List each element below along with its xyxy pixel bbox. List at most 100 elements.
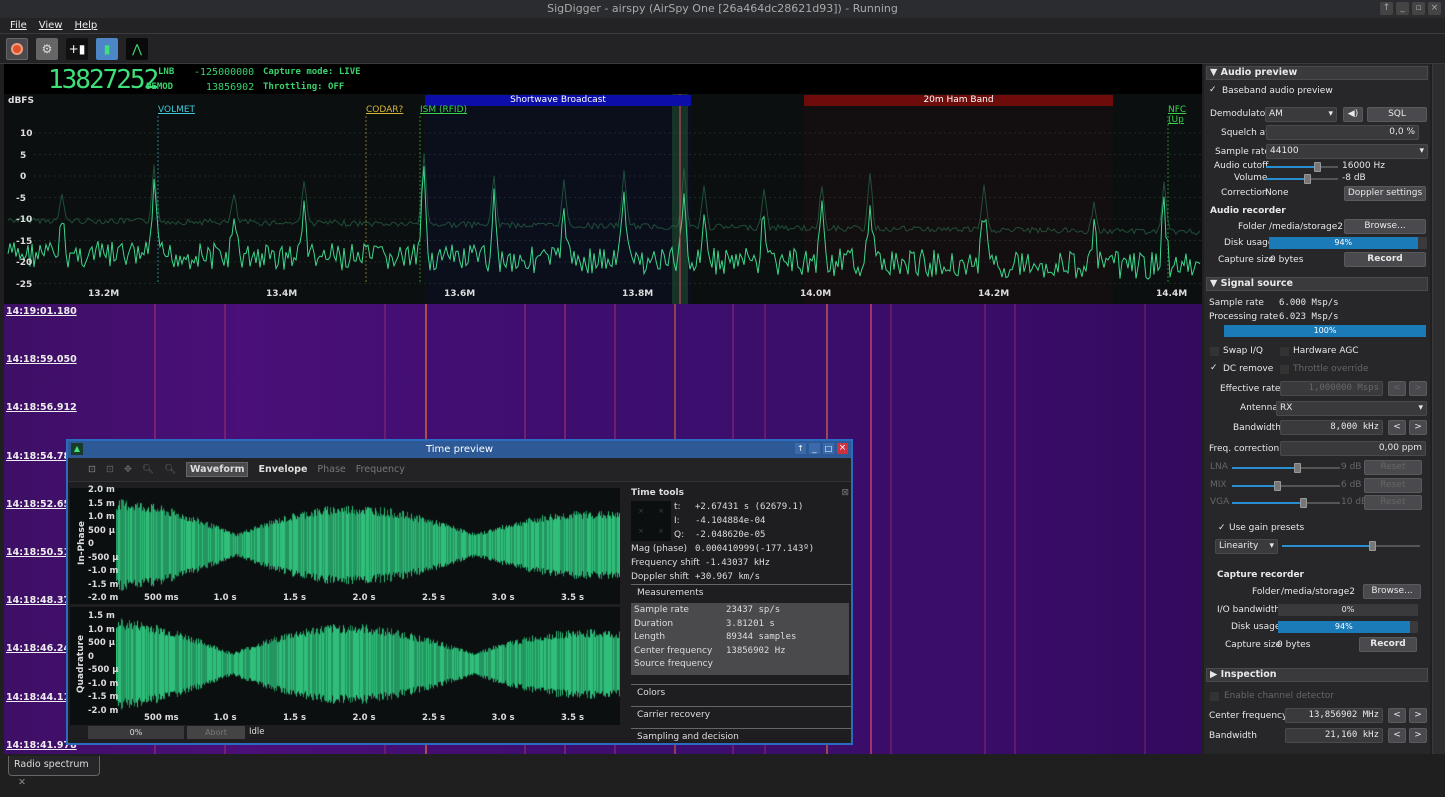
audio-browse-button[interactable]: Browse... <box>1344 219 1426 234</box>
fit-horizontal-icon[interactable]: ⊡ <box>88 464 96 475</box>
volume-slider[interactable] <box>1266 174 1338 184</box>
quadrature-plot[interactable]: Quadrature 1.5 m 1.0 m 500 µ 0 -500 µ -1.0 m -… <box>70 607 620 725</box>
close-icon[interactable]: × <box>1428 2 1441 15</box>
gain-reset-button[interactable]: Reset <box>1364 477 1422 493</box>
baseband-audio-checkbox[interactable]: ✓ <box>1209 86 1218 95</box>
tab-phase[interactable]: Phase <box>317 464 345 475</box>
expand-icon[interactable]: ⊠ <box>841 488 849 498</box>
dc-remove-checkbox[interactable]: ✓ <box>1210 364 1219 373</box>
throttle-override-checkbox[interactable] <box>1280 365 1289 374</box>
tab-envelope[interactable]: Envelope <box>258 464 307 475</box>
inspection-cf-input[interactable]: 13,856902 MHz <box>1285 708 1383 723</box>
spectrum-plot[interactable]: dBFS 10 5 0 -5 -10 -15 -20 -25 13.2M 13.4M 13.6M 1… <box>4 94 1202 304</box>
settings-icon[interactable]: ⚙ <box>36 38 58 60</box>
hardware-agc-checkbox[interactable] <box>1280 347 1289 356</box>
reset-zoom-icon[interactable]: ✥ <box>124 464 132 475</box>
keep-above-icon[interactable]: ↑ <box>1380 2 1393 15</box>
fft-icon[interactable]: ⋀ <box>126 38 148 60</box>
marker-volmet[interactable]: VOLMET <box>158 105 195 115</box>
minimize-icon[interactable]: _ <box>809 443 820 454</box>
colors-section[interactable]: Colors <box>631 684 851 702</box>
abort-button[interactable]: Abort <box>187 726 245 739</box>
record-icon[interactable] <box>6 38 28 60</box>
antenna-select[interactable]: RX ▾ <box>1276 401 1427 416</box>
audio-record-button[interactable]: Record <box>1344 252 1426 267</box>
channel-detector-checkbox[interactable] <box>1210 692 1219 701</box>
time-tools-title: Time tools <box>631 488 684 498</box>
panoramic-icon[interactable]: ▮ <box>96 38 118 60</box>
capture-record-button[interactable]: Record <box>1359 637 1417 652</box>
demod-value[interactable]: 13856902 <box>206 82 254 93</box>
keep-above-icon[interactable]: ↑ <box>795 443 806 454</box>
zoom-out-icon[interactable]: 🔍︎ <box>142 464 154 475</box>
y-tick: 1.0 m <box>88 624 115 635</box>
bandwidth-increase[interactable]: > <box>1409 420 1427 435</box>
minimize-icon[interactable]: _ <box>1396 2 1409 15</box>
squelch-input[interactable]: 0,0 % <box>1266 125 1419 140</box>
sql-button[interactable]: SQL <box>1367 107 1427 122</box>
tab-frequency[interactable]: Frequency <box>356 464 405 475</box>
band-20m-ham[interactable]: 20m Ham Band <box>804 95 1113 106</box>
capture-browse-button[interactable]: Browse... <box>1363 584 1421 599</box>
audio-mute-icon[interactable]: ◀) <box>1343 107 1363 122</box>
bandwidth-input[interactable]: 8,000 kHz <box>1280 420 1383 435</box>
zoom-selection-icon[interactable]: 🔍︎ <box>164 464 176 475</box>
maximize-icon[interactable]: □ <box>823 443 834 454</box>
menu-file[interactable]: File <box>10 18 27 33</box>
inspection-bw-input[interactable]: 21,160 kHz <box>1285 728 1383 743</box>
audio-cutoff-slider[interactable] <box>1266 162 1338 172</box>
close-tab-icon[interactable]: ✕ <box>18 777 26 788</box>
sampling-decision-section[interactable]: Sampling and decision <box>631 728 851 746</box>
doppler-settings-button[interactable]: Doppler settings <box>1344 186 1426 201</box>
bandwidth-decrease[interactable]: < <box>1388 420 1406 435</box>
gain-presets-checkbox[interactable]: ✓ <box>1218 524 1227 533</box>
inspection-cf-increase[interactable]: > <box>1409 708 1427 723</box>
gain-preset-select[interactable]: Linearity ▾ <box>1215 539 1278 554</box>
audio-folder-value: /media/storage2 <box>1269 222 1344 232</box>
side-panel-scrollbar[interactable] <box>1432 64 1445 754</box>
marker-ism-rfid[interactable]: ISM (RFID) <box>420 105 467 115</box>
gain-slider[interactable] <box>1232 498 1340 508</box>
inspection-cf-decrease[interactable]: < <box>1388 708 1406 723</box>
gain-reset-button[interactable]: Reset <box>1364 495 1422 510</box>
tab-radio-spectrum[interactable]: Radio spectrum ✕ <box>8 756 100 788</box>
add-bookmark-icon[interactable]: +▮ <box>66 38 88 60</box>
waterfall-timestamp[interactable]: 14:18:56.912 <box>6 402 77 413</box>
close-icon[interactable]: × <box>837 443 848 454</box>
y-tick: -2.0 m <box>88 593 119 603</box>
sample-rate-select[interactable]: 44100 ▾ <box>1266 144 1428 159</box>
effective-rate-increase[interactable]: > <box>1409 381 1427 396</box>
center-frequency-display[interactable]: 13827252 <box>48 66 159 94</box>
audio-preview-header[interactable]: ▼ Audio preview <box>1206 66 1428 80</box>
y-tick: -2.0 m <box>88 705 119 716</box>
spectrum-svg <box>7 94 1202 304</box>
marker-nfc[interactable]: NFC (Up <box>1168 105 1202 125</box>
signal-source-header[interactable]: ▼ Signal source <box>1206 277 1428 291</box>
swap-iq-checkbox[interactable] <box>1210 347 1219 356</box>
menu-help[interactable]: Help <box>74 18 97 33</box>
fit-vertical-icon[interactable]: ⊡ <box>106 464 114 475</box>
inspection-header[interactable]: ▶ Inspection <box>1206 668 1428 682</box>
waterfall-timestamp[interactable]: 14:18:59.050 <box>6 354 77 365</box>
inspection-bw-decrease[interactable]: < <box>1388 728 1406 743</box>
inphase-plot[interactable]: In-Phase 2.0 m 1.5 m 1.0 m 500 µ 0 -500 µ -1.0… <box>70 485 620 604</box>
waterfall-timestamp[interactable]: 14:19:01.180 <box>6 306 77 317</box>
gain-preset-slider[interactable] <box>1282 541 1420 551</box>
gain-slider[interactable] <box>1232 463 1340 473</box>
effective-rate-input[interactable]: 1,000000 Msps <box>1280 381 1383 396</box>
freq-correction-input[interactable]: 0,00 ppm <box>1280 441 1426 456</box>
measurements-section[interactable]: Measurements <box>631 584 851 602</box>
effective-rate-decrease[interactable]: < <box>1388 381 1406 396</box>
lnb-value[interactable]: -125000000 <box>194 67 254 78</box>
inspection-bw-increase[interactable]: > <box>1409 728 1427 743</box>
q-value: -2.048620e-05 <box>695 530 766 540</box>
tab-waveform[interactable]: Waveform <box>186 462 249 477</box>
carrier-recovery-section[interactable]: Carrier recovery <box>631 706 851 724</box>
menu-view[interactable]: View <box>39 18 63 33</box>
gain-slider[interactable] <box>1232 480 1340 491</box>
demodulator-select[interactable]: AM ▾ <box>1265 107 1337 122</box>
gain-reset-button[interactable]: Reset <box>1364 460 1422 475</box>
marker-codar[interactable]: CODAR? <box>366 105 403 115</box>
time-preview-titlebar[interactable]: ▲ Time preview ↑ _ □ × <box>68 441 851 458</box>
maximize-icon[interactable]: ▫ <box>1412 2 1425 15</box>
